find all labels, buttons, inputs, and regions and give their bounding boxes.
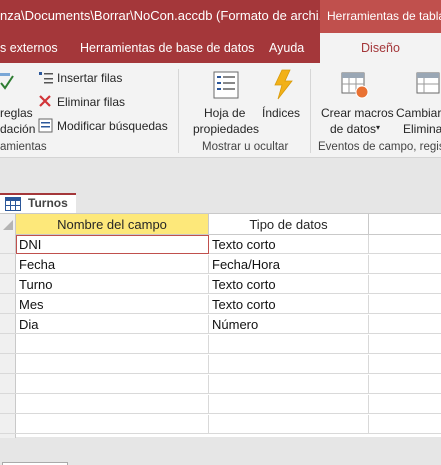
data-type-cell[interactable]: Texto corto xyxy=(209,295,369,314)
create-data-macros-label-1[interactable]: Crear macros xyxy=(321,106,394,120)
test-rules-label-1[interactable]: reglas xyxy=(0,106,33,120)
data-type-cell[interactable] xyxy=(209,395,369,414)
description-cell[interactable] xyxy=(369,295,441,314)
insert-rows-icon xyxy=(39,72,53,84)
modify-lookups-icon xyxy=(38,118,53,133)
description-cell[interactable] xyxy=(369,235,441,254)
column-header-data-type[interactable]: Tipo de datos xyxy=(209,214,369,235)
field-name-cell[interactable]: Mes xyxy=(16,295,209,314)
field-name-cell[interactable] xyxy=(16,395,209,414)
data-type-cell[interactable]: Texto corto xyxy=(209,235,369,254)
ribbon-separator xyxy=(310,69,311,153)
field-name-cell[interactable] xyxy=(16,415,209,434)
rename-delete-macro-icon xyxy=(416,72,440,94)
rename-delete-macro-label-1[interactable]: Cambiar xyxy=(396,106,441,120)
table-row[interactable]: Fecha Fecha/Hora xyxy=(0,255,441,274)
test-rules-label-2[interactable]: dación xyxy=(0,122,35,136)
group-field-events-label: Eventos de campo, regis xyxy=(318,141,441,153)
column-header-description[interactable] xyxy=(369,214,441,235)
table-row[interactable]: Turno Texto corto xyxy=(0,275,441,294)
document-tab-turnos[interactable]: Turnos xyxy=(0,193,76,213)
indexes-button[interactable]: Índices xyxy=(262,106,300,120)
title-bar: nza\Documents\Borrar\NoCon.accdb (Format… xyxy=(0,0,441,33)
create-data-macros-label-2[interactable]: de datos xyxy=(330,122,376,136)
insert-rows-button[interactable]: Insertar filas xyxy=(57,71,122,85)
field-name-cell[interactable]: Dia xyxy=(16,315,209,334)
chevron-down-icon[interactable]: ▾ xyxy=(376,121,380,135)
indexes-lightning-icon xyxy=(274,69,293,100)
table-design-grid: Nombre del campo Tipo de datos DNI Texto … xyxy=(0,213,441,438)
field-name-cell[interactable]: DNI xyxy=(16,235,209,254)
tab-external-data[interactable]: s externos xyxy=(0,33,58,63)
property-sheet-label-2[interactable]: propiedades xyxy=(193,122,259,136)
table-row[interactable] xyxy=(0,395,441,414)
table-icon xyxy=(5,197,21,211)
field-name-cell[interactable]: Fecha xyxy=(16,255,209,274)
table-row[interactable] xyxy=(0,335,441,354)
table-row[interactable]: Dia Número xyxy=(0,315,441,334)
description-cell[interactable] xyxy=(369,395,441,414)
test-rules-icon xyxy=(0,73,14,90)
field-name-cell[interactable]: Turno xyxy=(16,275,209,294)
description-cell[interactable] xyxy=(369,375,441,394)
create-data-macros-icon xyxy=(341,72,369,99)
tab-design[interactable]: Diseño xyxy=(320,33,441,63)
description-cell[interactable] xyxy=(369,415,441,434)
table-row[interactable] xyxy=(0,415,441,434)
field-name-cell[interactable] xyxy=(16,355,209,374)
tab-help[interactable]: Ayuda xyxy=(269,33,304,63)
window-title: nza\Documents\Borrar\NoCon.accdb (Format… xyxy=(0,8,330,23)
data-type-cell[interactable]: Número xyxy=(209,315,369,334)
data-type-cell[interactable] xyxy=(209,355,369,374)
data-type-cell[interactable]: Texto corto xyxy=(209,275,369,294)
table-row[interactable]: DNI Texto corto xyxy=(0,235,441,254)
rename-delete-macro-label-2[interactable]: Elimina xyxy=(403,122,441,136)
column-header-field-name[interactable]: Nombre del campo xyxy=(16,214,209,235)
table-row[interactable] xyxy=(0,375,441,394)
data-type-cell[interactable] xyxy=(209,415,369,434)
group-tools-label: amientas xyxy=(0,141,47,153)
select-all-corner-icon[interactable] xyxy=(2,219,14,231)
document-tab-label: Turnos xyxy=(28,196,68,210)
group-show-hide-label: Mostrar u ocultar xyxy=(202,141,289,153)
ribbon: reglas dación Insertar filas Eliminar fi… xyxy=(0,63,441,158)
description-cell[interactable] xyxy=(369,275,441,294)
description-cell[interactable] xyxy=(369,315,441,334)
field-name-cell[interactable] xyxy=(16,335,209,354)
table-row[interactable] xyxy=(0,355,441,374)
property-sheet-icon xyxy=(213,71,239,99)
table-row[interactable]: Mes Texto corto xyxy=(0,295,441,314)
modify-lookups-button[interactable]: Modificar búsquedas xyxy=(57,119,168,133)
ribbon-separator xyxy=(178,69,179,153)
data-type-cell[interactable] xyxy=(209,335,369,354)
description-cell[interactable] xyxy=(369,335,441,354)
property-sheet-label-1[interactable]: Hoja de xyxy=(204,106,245,120)
description-cell[interactable] xyxy=(369,255,441,274)
description-cell[interactable] xyxy=(369,355,441,374)
tab-database-tools[interactable]: Herramientas de base de datos xyxy=(80,33,254,63)
contextual-tab-group-label: Herramientas de tabla xyxy=(320,0,441,33)
data-type-cell[interactable]: Fecha/Hora xyxy=(209,255,369,274)
data-type-cell[interactable] xyxy=(209,375,369,394)
delete-rows-icon xyxy=(39,95,51,107)
delete-rows-button[interactable]: Eliminar filas xyxy=(57,95,125,109)
ribbon-tabs: s externos Herramientas de base de datos… xyxy=(0,33,441,63)
field-name-cell[interactable] xyxy=(16,375,209,394)
